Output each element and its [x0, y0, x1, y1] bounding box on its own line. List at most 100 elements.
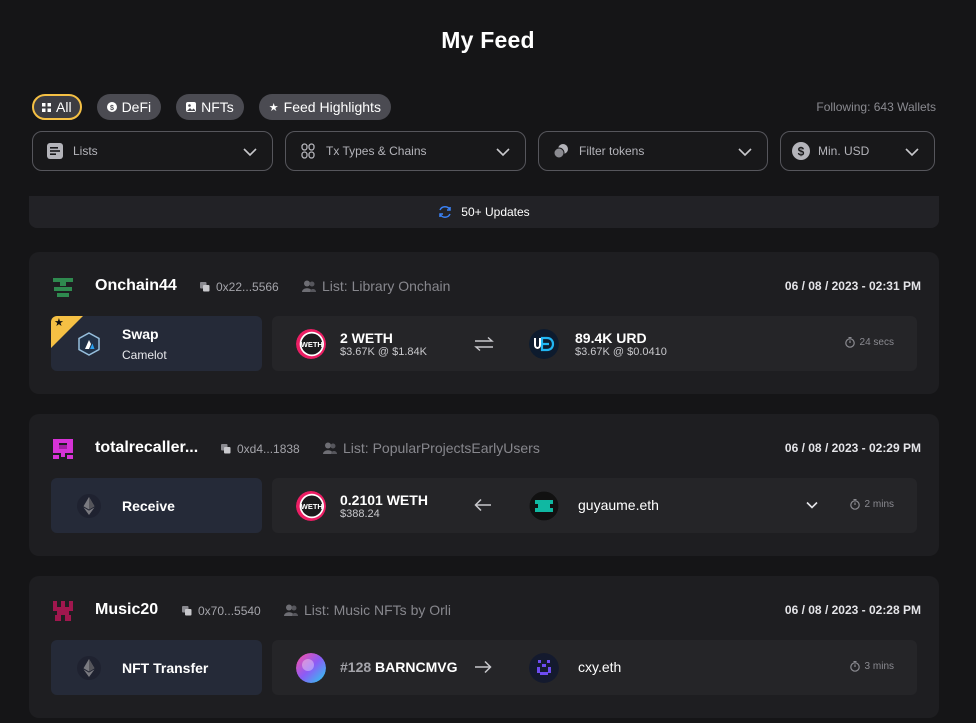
copy-icon	[182, 606, 192, 616]
min-usd-dropdown[interactable]: $ Min. USD	[780, 131, 935, 171]
chip-defi[interactable]: $ DeFi	[96, 94, 162, 120]
wallet-address-text: 0xd4...1838	[237, 442, 300, 456]
chevron-down-icon	[738, 148, 752, 157]
tx-date: 06 / 08 / 2023 - 02:29 PM	[784, 441, 921, 455]
avatar	[53, 278, 73, 297]
tx-detail: WETH 0.2101 WETH $388.24 guyaume.eth 2 m…	[272, 478, 917, 533]
nft-id: #128	[340, 659, 372, 675]
defi-icon: $	[106, 102, 117, 112]
tx-detail: #128 BARNCMVG cxy.eth 3 mins	[272, 640, 917, 695]
feed-card: Music20 0x70...5540 List: Music NFTs by …	[29, 576, 939, 718]
arbitrum-icon	[78, 332, 100, 356]
users-icon	[302, 280, 316, 292]
counterparty-name[interactable]: guyaume.eth	[578, 497, 659, 513]
tx-time: 24 secs	[844, 337, 894, 348]
chip-nfts[interactable]: NFTs	[176, 94, 244, 120]
page-title: My Feed	[441, 27, 535, 53]
tx-type: NFT Transfer	[122, 660, 209, 676]
timer-icon	[844, 337, 855, 348]
weth-token-icon: WETH	[296, 329, 326, 359]
chip-all[interactable]: All	[32, 94, 82, 120]
star-icon: ★	[54, 317, 64, 329]
star-icon: ★	[268, 101, 279, 114]
svg-text:WETH: WETH	[301, 502, 323, 511]
wallet-address[interactable]: 0x22...5566	[200, 280, 279, 294]
chip-feed-highlights-label: Feed Highlights	[283, 99, 381, 115]
chip-all-label: All	[56, 99, 72, 115]
category-chips: All $ DeFi NFTs ★ Feed Highlights	[32, 94, 406, 120]
svg-text:$: $	[110, 105, 114, 112]
from-amount: 0.2101 WETH	[340, 492, 428, 508]
wallet-list-text: List: Music NFTs by Orli	[304, 602, 452, 618]
list-icon	[47, 143, 63, 159]
avatar	[53, 601, 73, 621]
swap-arrows-icon	[474, 336, 494, 352]
arrow-right-icon	[475, 660, 492, 674]
tx-date: 06 / 08 / 2023 - 02:28 PM	[784, 603, 921, 617]
tx-protocol[interactable]: Camelot	[122, 348, 167, 362]
following-count: Following: 643 Wallets	[816, 100, 936, 114]
chip-defi-label: DeFi	[121, 99, 152, 115]
arrow-left-icon	[474, 498, 491, 512]
grid-icon	[42, 102, 51, 112]
coins-icon	[553, 143, 569, 159]
wallet-address[interactable]: 0xd4...1838	[221, 442, 300, 456]
chip-feed-highlights[interactable]: ★ Feed Highlights	[258, 94, 391, 120]
nft-thumbnail[interactable]	[296, 653, 326, 683]
min-usd-label: Min. USD	[818, 144, 870, 158]
ethereum-icon	[77, 494, 101, 518]
tx-time: 2 mins	[849, 499, 894, 510]
to-amount: 89.4K URD	[575, 330, 647, 346]
feed-card: totalrecaller... 0xd4...1838 List: Popul…	[29, 414, 939, 556]
from-value: $388.24	[340, 508, 380, 520]
chevron-down-icon	[905, 148, 919, 157]
refresh-icon	[439, 206, 452, 218]
from-amount: 2 WETH	[340, 330, 393, 346]
timer-icon	[849, 661, 860, 672]
nft-title: #128 BARNCMVG	[340, 659, 458, 675]
wallet-name[interactable]: Onchain44	[95, 277, 177, 295]
lists-dropdown[interactable]: Lists	[32, 131, 273, 171]
chain-icon	[300, 143, 316, 159]
nft-name: BARNCMVG	[375, 659, 458, 675]
users-icon	[284, 604, 298, 616]
updates-banner[interactable]: 50+ Updates	[29, 196, 939, 228]
ethereum-icon	[77, 656, 101, 680]
wallet-address-text: 0x70...5540	[198, 604, 261, 618]
filter-tokens-label: Filter tokens	[579, 144, 645, 158]
copy-icon	[221, 444, 231, 454]
counterparty-name[interactable]: cxy.eth	[578, 659, 621, 675]
urd-token-icon	[529, 329, 559, 359]
copy-icon	[200, 282, 210, 292]
weth-token-icon: WETH	[296, 491, 326, 521]
wallet-address[interactable]: 0x70...5540	[182, 604, 261, 618]
from-value: $3.67K @ $1.84K	[340, 346, 428, 358]
tx-time: 3 mins	[849, 661, 894, 672]
svg-text:$: $	[798, 145, 805, 159]
tx-type-box: NFT Transfer	[51, 640, 262, 695]
wallet-list[interactable]: List: PopularProjectsEarlyUsers	[323, 440, 540, 456]
avatar	[53, 439, 73, 459]
chevron-down-icon[interactable]	[805, 498, 819, 512]
filter-tokens-dropdown[interactable]: Filter tokens	[538, 131, 768, 171]
wallet-name[interactable]: Music20	[95, 601, 158, 619]
wallet-list[interactable]: List: Library Onchain	[302, 278, 450, 294]
chevron-down-icon	[496, 148, 510, 157]
wallet-address-text: 0x22...5566	[216, 280, 279, 294]
tx-detail: WETH 2 WETH $3.67K @ $1.84K 89.4K URD $3…	[272, 316, 917, 371]
tx-time-text: 2 mins	[864, 499, 894, 510]
feed-card: Onchain44 0x22...5566 List: Library Onch…	[29, 252, 939, 394]
tx-type: Receive	[122, 498, 175, 514]
chevron-down-icon	[243, 148, 257, 157]
wallet-list[interactable]: List: Music NFTs by Orli	[284, 602, 451, 618]
dollar-icon: $	[792, 142, 810, 160]
lists-label: Lists	[73, 144, 98, 158]
users-icon	[323, 442, 337, 454]
tx-type: Swap	[122, 326, 159, 342]
wallet-name[interactable]: totalrecaller...	[95, 439, 198, 457]
timer-icon	[849, 499, 860, 510]
tx-types-dropdown[interactable]: Tx Types & Chains	[285, 131, 526, 171]
wallet-list-text: List: Library Onchain	[322, 278, 451, 294]
counterparty-avatar	[529, 653, 559, 683]
wallet-list-text: List: PopularProjectsEarlyUsers	[343, 440, 540, 456]
